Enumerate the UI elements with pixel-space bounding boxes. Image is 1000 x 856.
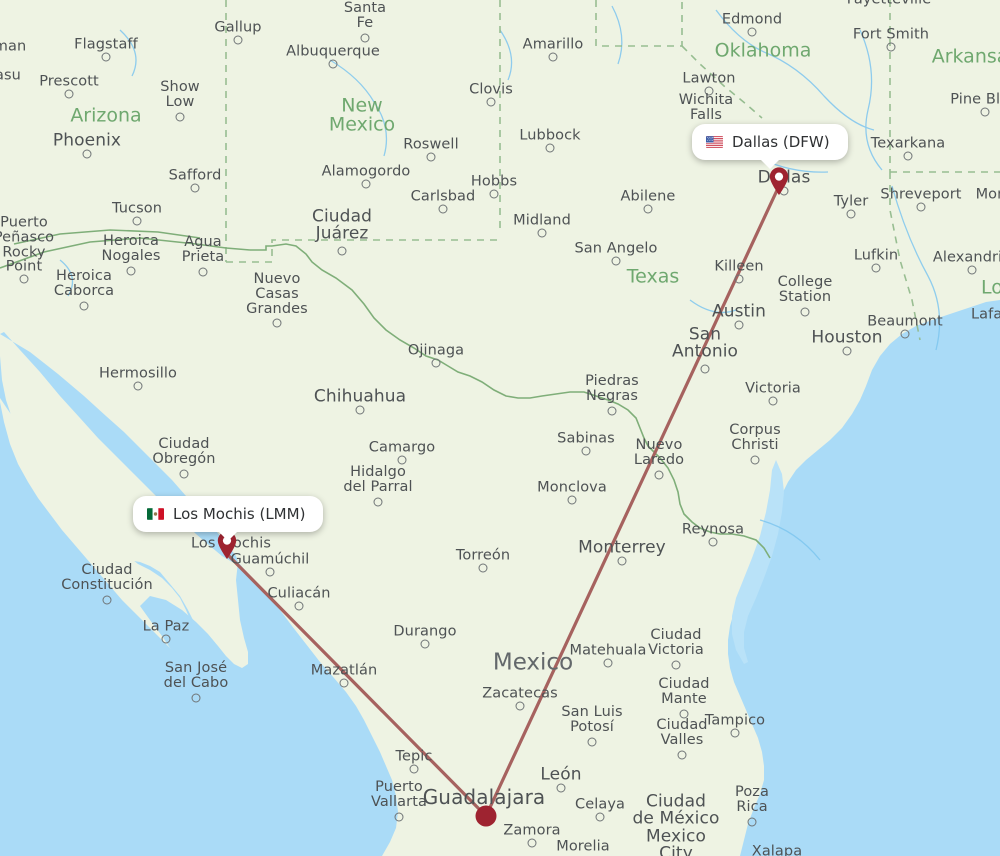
- city-marker-ciudad-constituci-n: [102, 595, 112, 605]
- city-marker-flagstaff: [101, 52, 111, 62]
- city-marker-durango: [420, 639, 430, 649]
- city-marker-amarillo: [548, 52, 558, 62]
- city-marker-ciudad-mante: [679, 709, 689, 719]
- city-marker-pine-bluff: [980, 107, 990, 117]
- city-marker-celaya: [595, 812, 605, 822]
- city-marker-san-angelo: [611, 256, 621, 266]
- city-marker-santa-fe: [360, 33, 370, 43]
- city-marker-shreveport: [916, 202, 926, 212]
- city-marker-zamora: [527, 838, 537, 848]
- city-marker-victoria: [768, 396, 778, 406]
- city-marker-san-antonio: [700, 364, 710, 374]
- city-marker-alexandria: [967, 265, 977, 275]
- map-tooltip-dallas[interactable]: Dallas (DFW): [692, 124, 848, 169]
- city-marker-poza-rica: [747, 817, 757, 827]
- city-marker-houston: [842, 346, 852, 356]
- city-marker-culiac-n: [294, 601, 304, 611]
- city-marker-hidalgo-del-parral: [373, 497, 383, 507]
- city-marker-monclova: [567, 495, 577, 505]
- city-marker-agua-prieta: [198, 267, 208, 277]
- guadalajara-waypoint[interactable]: [475, 805, 497, 827]
- map-tooltip-los-mochis[interactable]: Los Mochis (LMM): [133, 496, 324, 541]
- map-tooltip-label: Los Mochis (LMM): [173, 505, 306, 523]
- city-marker-fort-smith: [886, 42, 896, 52]
- city-marker-hermosillo: [133, 381, 143, 391]
- city-marker-tepic: [409, 764, 419, 774]
- city-marker-beaumont: [900, 329, 910, 339]
- city-marker-abilene: [643, 204, 653, 214]
- city-marker-roswell: [426, 152, 436, 162]
- city-marker-lawton: [704, 86, 714, 96]
- city-marker-reynosa: [708, 537, 718, 547]
- city-marker-heroica-nogales: [126, 266, 136, 276]
- city-marker-sabinas: [581, 446, 591, 456]
- city-marker-guam-chil: [265, 567, 275, 577]
- map-tooltip-label: Dallas (DFW): [732, 133, 830, 151]
- us-flag-icon: [706, 136, 723, 148]
- city-marker-monterrey: [617, 556, 627, 566]
- city-marker-albuquerque: [328, 59, 338, 69]
- city-marker-prescott: [64, 89, 74, 99]
- city-marker-college-station: [800, 307, 810, 317]
- city-marker-ciudad-ju-rez: [337, 246, 347, 256]
- us-flag-icon: [706, 136, 723, 148]
- city-marker-mazatl-n: [339, 678, 349, 688]
- flight-route-map[interactable]: Mexico Arizona New Mexico Oklahoma Texas Arkan…: [0, 0, 1000, 856]
- city-marker-camargo: [397, 455, 407, 465]
- city-marker-ojinaga: [431, 358, 441, 368]
- city-marker-tampico: [730, 728, 740, 738]
- city-marker-tyler: [846, 209, 856, 219]
- city-marker-texarkana: [903, 151, 913, 161]
- map-geography-layer: [0, 0, 1000, 856]
- city-marker-midland: [537, 228, 547, 238]
- city-marker-austin: [734, 320, 744, 330]
- city-marker-la-paz: [161, 634, 171, 644]
- city-marker-ciudad-obreg-n: [179, 469, 189, 479]
- city-marker-matehuala: [603, 658, 613, 668]
- tooltip-tail: [218, 531, 239, 541]
- city-marker-edmond: [747, 27, 757, 37]
- city-marker-piedras-negras: [607, 406, 617, 416]
- city-marker-ciudad-valles: [677, 750, 687, 760]
- city-marker-puerto-vallarta: [394, 812, 404, 822]
- city-marker-killeen: [734, 274, 744, 284]
- city-marker-phoenix: [82, 149, 92, 159]
- city-marker-tucson: [132, 216, 142, 226]
- city-marker-torre-n: [478, 563, 488, 573]
- city-marker-heroica-caborca: [79, 301, 89, 311]
- city-marker-le-n: [556, 783, 566, 793]
- city-marker-chihuahua: [355, 405, 365, 415]
- city-marker-safford: [190, 183, 200, 193]
- city-marker-nuevo-laredo: [654, 470, 664, 480]
- city-marker-puerto-pe-asco-rocky-point: [19, 274, 29, 284]
- city-marker-zacatecas: [515, 701, 525, 711]
- city-marker-hobbs: [489, 189, 499, 199]
- city-marker-lufkin: [871, 263, 881, 273]
- city-marker-corpus-christi: [750, 455, 760, 465]
- dallas-pin[interactable]: [768, 166, 790, 196]
- tooltip-tail: [759, 159, 780, 169]
- mx-flag-icon: [147, 508, 164, 520]
- city-marker-nuevo-casas-grandes: [272, 318, 282, 328]
- city-marker-carlsbad: [438, 204, 448, 214]
- city-marker-show-low: [175, 112, 185, 122]
- mx-flag-icon: [147, 508, 164, 520]
- city-marker-clovis: [486, 97, 496, 107]
- city-marker-alamogordo: [361, 179, 371, 189]
- city-marker-gallup: [233, 35, 243, 45]
- city-marker-san-luis-potos: [587, 737, 597, 747]
- city-marker-san-jos-del-cabo: [191, 693, 201, 703]
- city-marker-lubbock: [545, 143, 555, 153]
- city-marker-ciudad-victoria: [671, 660, 681, 670]
